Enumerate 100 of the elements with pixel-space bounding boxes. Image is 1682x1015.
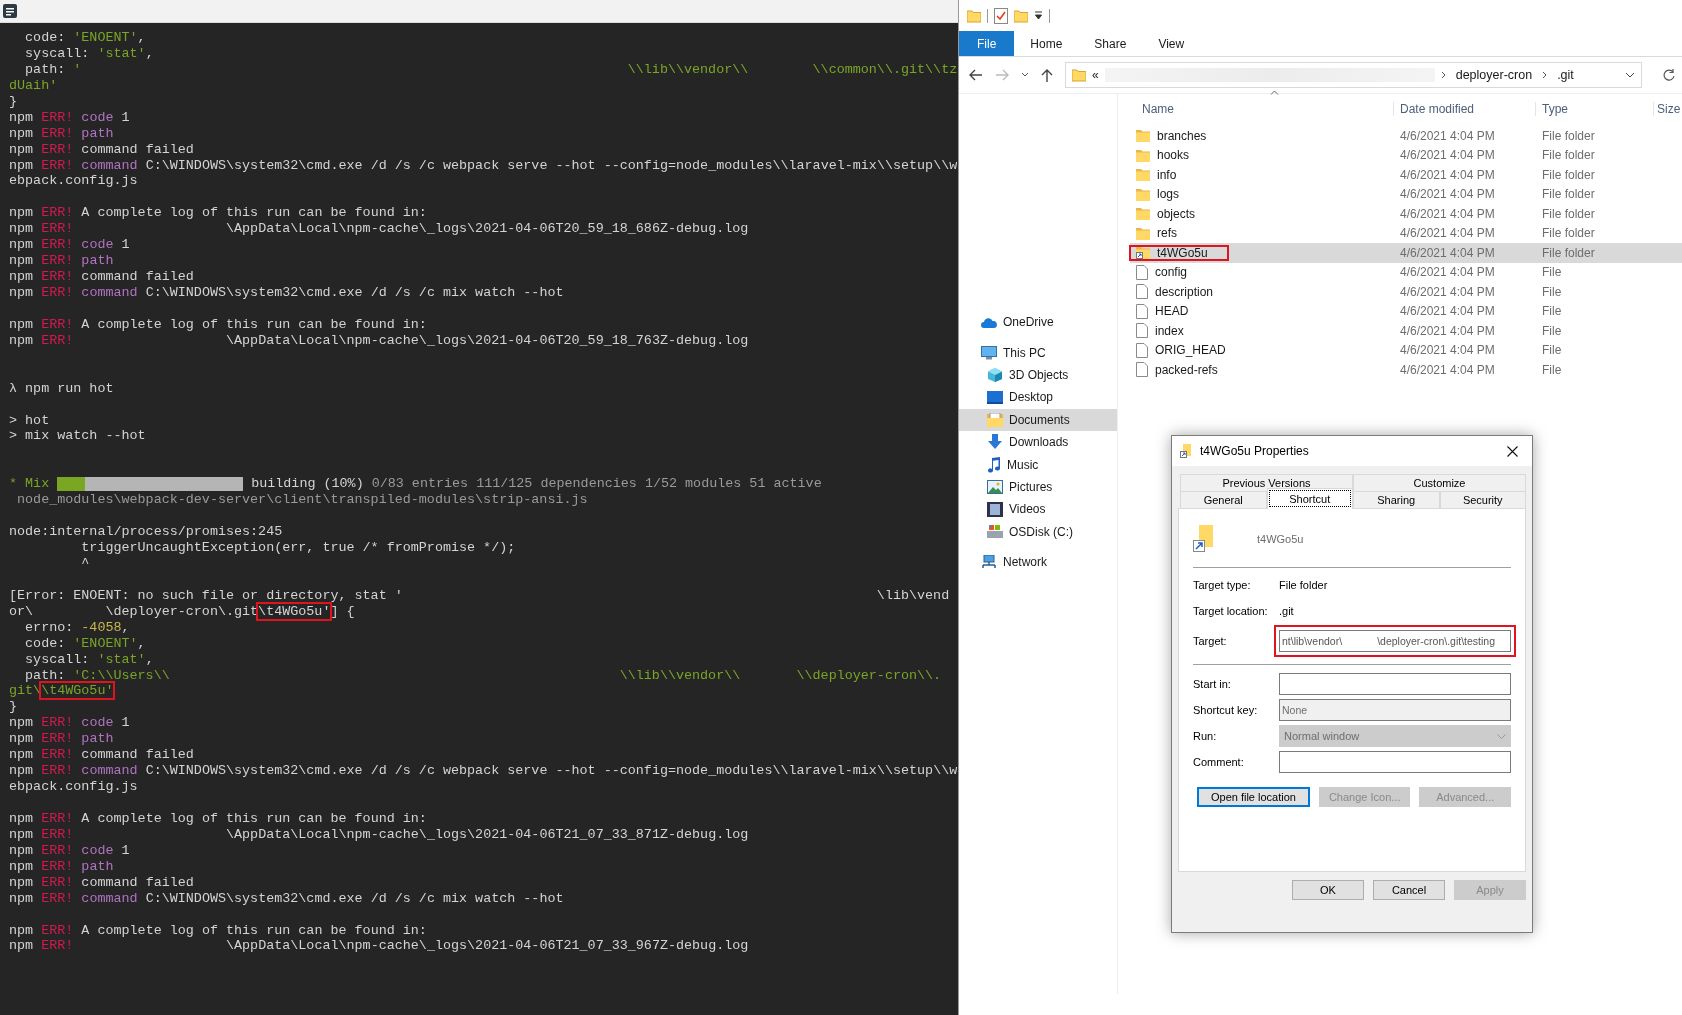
type-cell-text: File folder [1541,128,1596,143]
breadcrumb[interactable]: deployer-cron [1455,68,1533,82]
file-name: packed-refs [1155,362,1218,377]
dialog-tab[interactable]: General [1180,491,1267,508]
terminal-line: npm ERR! \AppData\Local\npm-cache\_logs\2021-04-06T20_59_18_686Z-debug.log [9,221,749,238]
terminal-line: [Error: ENOENT: no such file or directory, stat ' \lib\vend [9,587,950,604]
dialog-title: t4WGo5u Properties [1200,444,1310,458]
terminal-line: npm ERR! A complete log of this run can be found in: [9,922,427,939]
nav-item[interactable]: OneDrive [959,311,1117,334]
terminal-line: syscall: 'stat', [24,45,154,62]
file-row[interactable]: hooks 4/6/2021 4:04 PM File folder [1130,145,1682,165]
column-header[interactable]: Date modified [1394,102,1536,116]
file-name: ORIG_HEAD [1155,343,1226,358]
refresh-icon[interactable] [1662,68,1676,82]
column-header[interactable]: Name [1136,102,1394,116]
input-field[interactable] [1279,751,1511,773]
field-label: Comment: [1193,756,1245,768]
terminal-line: path: ' \\lib\\vendor\\ \\common\\.git\\tz [24,61,958,78]
terminal-line: code: 'ENOENT', [24,30,146,46]
nav-item[interactable]: This PC [959,341,1117,364]
column-header[interactable]: Size [1654,102,1681,116]
date-cell-text: 4/6/2021 4:04 PM [1399,148,1496,163]
folder-icon [1136,187,1150,201]
nav-item[interactable]: Network [959,550,1117,574]
file-row[interactable]: HEAD 4/6/2021 4:04 PM File [1130,301,1682,321]
dialog-button[interactable]: Cancel [1373,880,1445,900]
nav-item[interactable]: 3D Objects [959,363,1117,387]
dialog-tab[interactable]: Shortcut [1266,488,1353,509]
file-row[interactable]: index 4/6/2021 4:04 PM File [1130,321,1682,341]
nav-item[interactable]: Pictures [959,475,1117,499]
nav-item[interactable]: Music [959,453,1117,476]
field-value: File folder [1279,579,1329,591]
ribbon-tab[interactable]: Home [1014,31,1079,56]
file-row[interactable]: ORIG_HEAD 4/6/2021 4:04 PM File [1130,340,1682,360]
type-cell-text: File [1541,265,1563,280]
date-cell-text: 4/6/2021 4:04 PM [1399,304,1496,319]
up-arrow-icon[interactable] [1041,68,1053,82]
column-header[interactable]: Type [1536,102,1654,116]
file-name: logs [1157,187,1179,202]
file-row[interactable]: description 4/6/2021 4:04 PM File [1130,282,1682,302]
terminal-line: npm ERR! path [9,125,114,142]
folder-icon [1136,168,1150,182]
nav-item[interactable]: OSDisk (C:) [959,520,1117,543]
date-cell-text: 4/6/2021 4:04 PM [1399,323,1496,338]
dialog-tab[interactable]: Sharing [1353,491,1440,508]
folder-icon [1136,148,1150,162]
file-row[interactable]: info 4/6/2021 4:04 PM File folder [1130,165,1682,185]
chevron-down-icon[interactable] [1625,72,1635,78]
file-row[interactable]: objects 4/6/2021 4:04 PM File folder [1130,204,1682,224]
chevron-down-icon[interactable] [1021,72,1029,78]
terminal-line: npm ERR! path [9,858,114,875]
file-name: description [1155,284,1214,299]
address-bar[interactable]: « deployer-cron .git [1065,62,1642,88]
nav-item[interactable]: Desktop [959,386,1117,409]
type-cell-text: File folder [1541,226,1596,241]
date-cell-text: 4/6/2021 4:04 PM [1399,226,1496,241]
input-field[interactable] [1279,673,1511,695]
dropdown-icon[interactable] [1034,11,1043,20]
ribbon-tab[interactable]: File [959,31,1015,56]
file-row[interactable]: logs 4/6/2021 4:04 PM File folder [1130,184,1682,204]
action-button[interactable]: Open file location [1197,787,1310,807]
input-field[interactable]: nt\lib\vendor\ \deployer-cron\.git\testing [1279,630,1511,652]
folder-shortcut-icon [1136,246,1150,260]
dialog-tab[interactable]: Customize [1353,474,1526,491]
type-cell-text: File folder [1541,148,1596,163]
properties-check-icon[interactable] [994,7,1008,24]
terminal-line: npm ERR! path [9,253,114,270]
type-cell-text: File [1541,323,1563,338]
date-cell-text: 4/6/2021 4:04 PM [1399,284,1496,299]
terminal-line: node:internal/process/promises:245 [9,524,283,540]
nav-item[interactable]: Documents [959,408,1117,431]
date-cell-text: 4/6/2021 4:04 PM [1399,206,1496,221]
ribbon-tab[interactable]: Share [1078,31,1143,56]
nav-item[interactable]: Downloads [959,430,1117,454]
terminal-line: } [9,699,18,716]
terminal-line: npm ERR! \AppData\Local\npm-cache\_logs\2021-04-06T21_07_33_871Z-debug.log [9,826,749,843]
file-name: hooks [1157,148,1190,163]
breadcrumb[interactable]: .git [1557,68,1574,82]
terminal-line: npm ERR! code 1 [9,842,130,859]
date-cell-text: 4/6/2021 4:04 PM [1399,343,1496,358]
terminal-line: > mix watch --hot [9,428,146,445]
date-cell-text: 4/6/2021 4:04 PM [1399,187,1496,202]
file-row[interactable]: config 4/6/2021 4:04 PM File [1130,262,1682,282]
back-arrow-icon[interactable] [969,69,983,81]
file-name: HEAD [1155,304,1189,319]
dialog-button[interactable]: OK [1292,880,1364,900]
terminal-line: npm ERR! command failed [9,141,194,158]
nav-item[interactable]: Videos [959,498,1117,521]
overflow-chevron[interactable]: « [1092,68,1099,82]
file-row[interactable]: packed-refs 4/6/2021 4:04 PM File [1130,360,1682,380]
folder-icon [1072,68,1086,82]
close-icon[interactable] [1506,445,1518,457]
terminal-line: triggerUncaughtException(err, true /* fromPromise */); [80,540,516,556]
file-row[interactable]: refs 4/6/2021 4:04 PM File folder [1130,223,1682,243]
terminal-line: npm ERR! A complete log of this run can be found in: [9,810,427,827]
ribbon-tab[interactable]: View [1142,31,1201,56]
shortcut-name: t4WGo5u [1257,533,1304,545]
dialog-tab[interactable]: Security [1439,491,1526,508]
file-row[interactable]: branches 4/6/2021 4:04 PM File folder [1130,126,1682,146]
file-row[interactable]: t4WGo5u 4/6/2021 4:04 PM File folder [1130,243,1682,263]
